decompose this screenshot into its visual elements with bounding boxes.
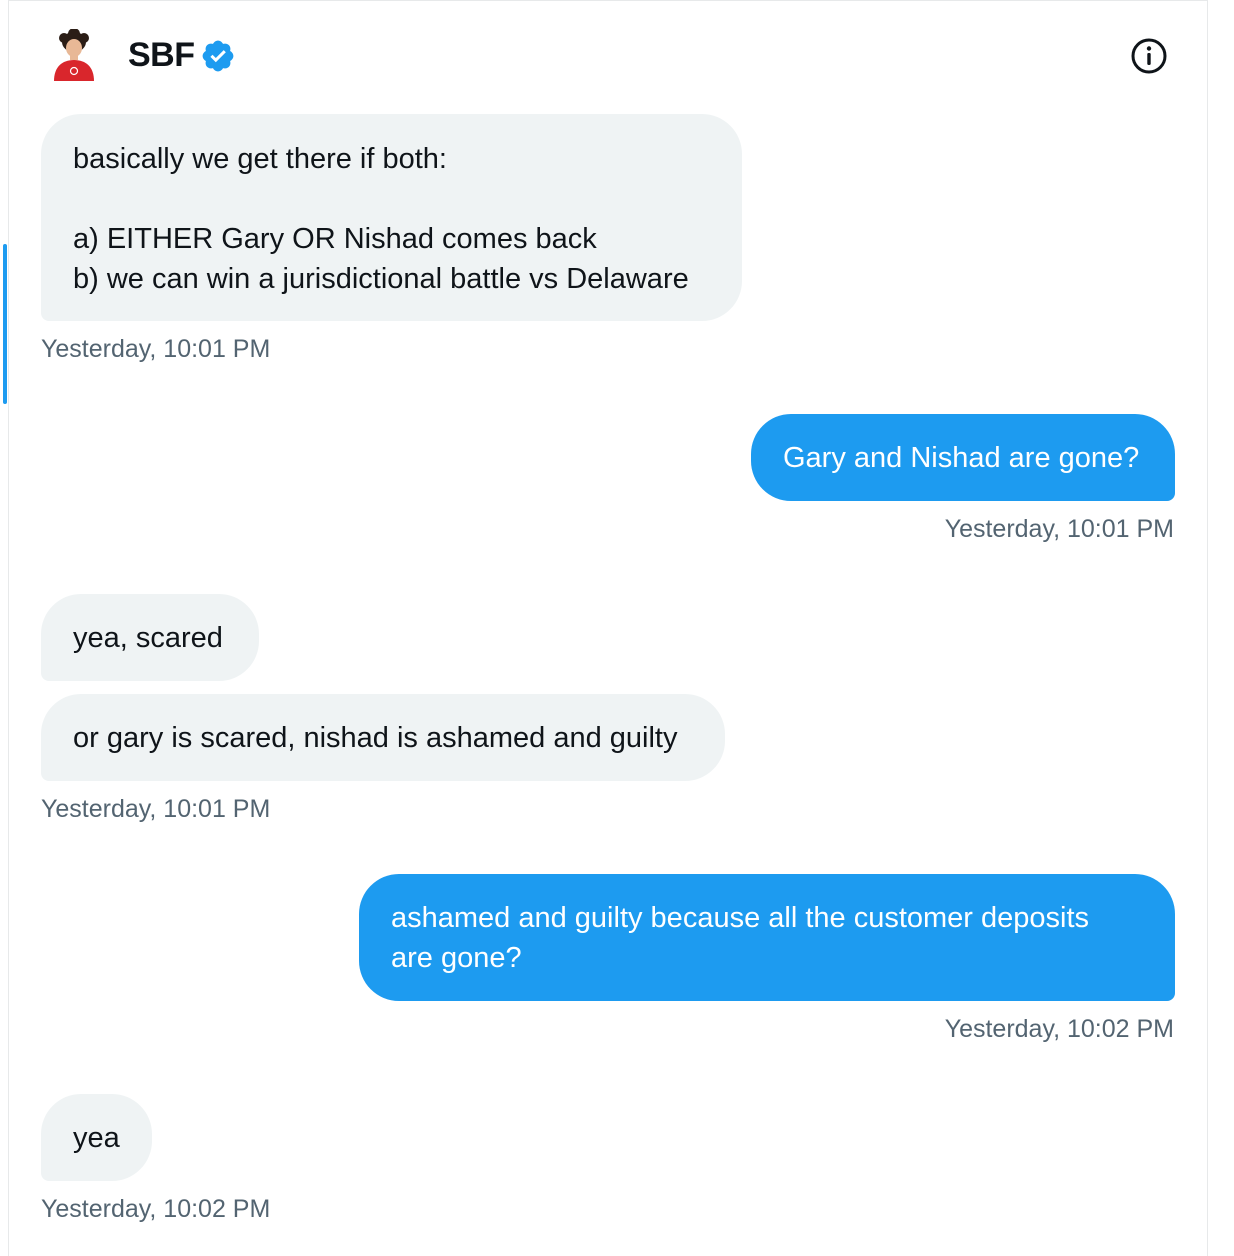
message-bubble-received[interactable]: basically we get there if both: a) EITHE… <box>41 114 742 321</box>
message-text: yea, scared <box>73 622 223 654</box>
message-timestamp: Yesterday, 10:01 PM <box>944 515 1174 543</box>
message-text: ashamed and guilty because all the custo… <box>391 902 1090 934</box>
message-timestamp: Yesterday, 10:01 PM <box>41 335 271 363</box>
message-bubble-received[interactable]: yea, scared <box>41 594 259 681</box>
message-text: Gary and Nishad are gone? <box>783 442 1140 474</box>
scroll-indicator[interactable] <box>3 244 7 404</box>
message-timestamp: Yesterday, 10:02 PM <box>41 1195 271 1223</box>
avatar-image <box>54 28 94 81</box>
message-bubble-received[interactable]: yea <box>41 1094 152 1181</box>
avatar[interactable] <box>50 28 98 81</box>
info-icon[interactable] <box>1130 37 1168 75</box>
conversation-header: SBF <box>40 25 1190 89</box>
message-text: b) we can win a jurisdictional battle vs… <box>73 263 689 295</box>
message-bubble-sent[interactable]: ashamed and guilty because all the custo… <box>359 874 1175 1001</box>
message-timestamp: Yesterday, 10:02 PM <box>944 1015 1174 1043</box>
message-text: or gary is scared, nishad is ashamed and… <box>73 722 678 754</box>
verified-badge-icon <box>200 38 236 74</box>
message-text <box>73 179 710 219</box>
message-text: yea <box>73 1122 120 1154</box>
message-timestamp: Yesterday, 10:01 PM <box>41 795 271 823</box>
message-text: a) EITHER Gary OR Nishad comes back <box>73 223 597 255</box>
message-bubble-received[interactable]: or gary is scared, nishad is ashamed and… <box>41 694 725 781</box>
contact-name[interactable]: SBF <box>128 36 195 75</box>
message-text: basically we get there if both: <box>73 143 447 175</box>
message-bubble-sent[interactable]: Gary and Nishad are gone? <box>751 414 1175 501</box>
message-text: are gone? <box>391 942 522 974</box>
